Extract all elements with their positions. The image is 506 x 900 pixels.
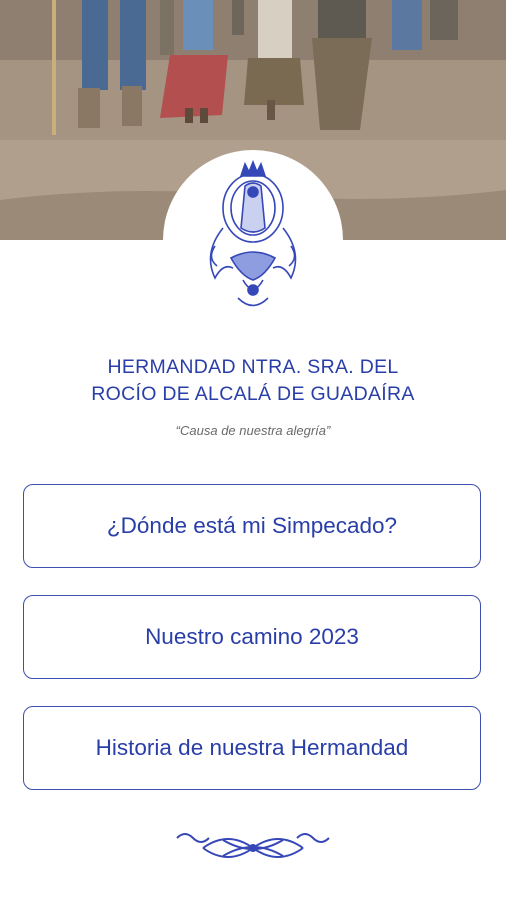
our-route-2023-label: Nuestro camino 2023 (145, 624, 359, 649)
our-route-2023-button[interactable]: Nuestro camino 2023 (23, 595, 481, 679)
where-is-simpecado-button[interactable]: ¿Dónde está mi Simpecado? (23, 484, 481, 568)
brotherhood-history-button[interactable]: Historia de nuestra Hermandad (23, 706, 481, 790)
brotherhood-history-label: Historia de nuestra Hermandad (95, 735, 409, 760)
brotherhood-motto: “Causa de nuestra alegría” (175, 423, 331, 438)
flourish-ornament-icon (176, 833, 330, 858)
virgin-rocio-emblem-icon (209, 159, 297, 307)
brotherhood-title-line2: ROCÍO DE ALCALÁ DE GUADAÍRA (91, 383, 415, 405)
brotherhood-title-line1: HERMANDAD NTRA. SRA. DEL (107, 356, 399, 378)
where-is-simpecado-label: ¿Dónde está mi Simpecado? (106, 513, 398, 538)
